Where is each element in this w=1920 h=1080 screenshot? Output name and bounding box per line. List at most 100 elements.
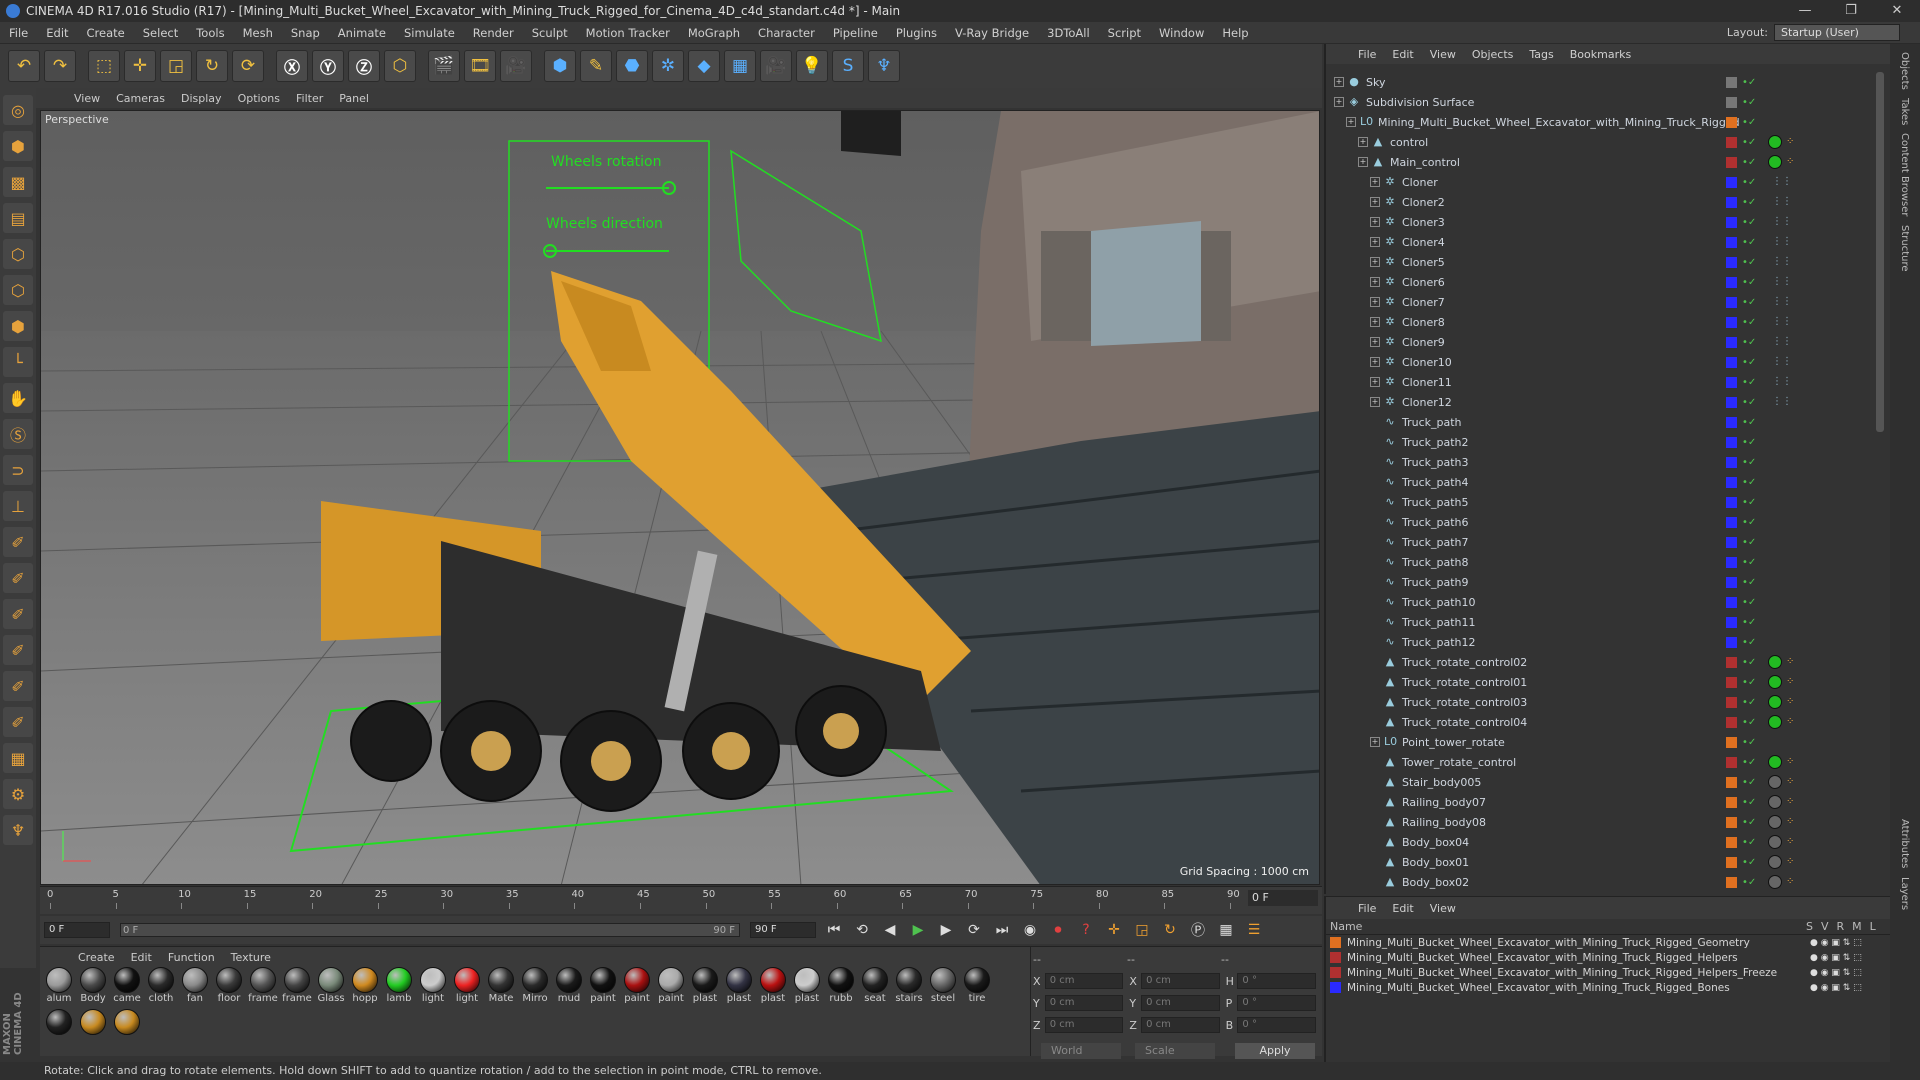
make-editable-icon[interactable]: ◎ <box>3 95 33 125</box>
viewport-menu-display[interactable]: Display <box>173 92 230 105</box>
menu-file[interactable]: File <box>0 26 37 40</box>
object-row[interactable]: ▲ Body_box02 •✓ ⁘ <box>1326 872 1892 892</box>
side-tab-content-browser[interactable]: Content Browser <box>1899 133 1910 216</box>
undo-icon[interactable]: ↶ <box>8 50 40 82</box>
expand-toggle-icon[interactable]: + <box>1334 97 1344 107</box>
layer-row[interactable]: Mining_Multi_Bucket_Wheel_Excavator_with… <box>1326 980 1890 995</box>
material-swatch[interactable]: hopp <box>348 967 382 1009</box>
visibility-check-icon[interactable]: •✓ <box>1742 397 1756 408</box>
expand-toggle-icon[interactable] <box>1370 437 1380 447</box>
visibility-check-icon[interactable]: •✓ <box>1742 617 1756 628</box>
sculpt-smooth-icon[interactable]: ✐ <box>3 599 33 629</box>
side-tab-takes[interactable]: Takes <box>1899 98 1910 125</box>
visibility-check-icon[interactable]: •✓ <box>1742 497 1756 508</box>
object-tag-icon[interactable] <box>1768 835 1782 849</box>
cloner-tag-icon[interactable]: ⋮⋮ <box>1772 316 1792 328</box>
expand-toggle-icon[interactable] <box>1370 777 1380 787</box>
menu-v-ray-bridge[interactable]: V-Ray Bridge <box>946 26 1038 40</box>
visibility-check-icon[interactable]: •✓ <box>1742 697 1756 708</box>
material-swatch[interactable]: alum <box>42 967 76 1009</box>
object-row[interactable]: + ✲ Cloner4 •✓ ⋮⋮ <box>1326 232 1892 252</box>
material-swatch[interactable]: plast <box>688 967 722 1009</box>
object-row[interactable]: ▲ Truck_rotate_control04 •✓ ⁘ <box>1326 712 1892 732</box>
object-menu-edit[interactable]: Edit <box>1384 48 1421 61</box>
previous-frame-icon[interactable]: ◀ <box>878 919 902 941</box>
object-row[interactable]: ▲ Railing_body07 •✓ ⁘ <box>1326 792 1892 812</box>
material-swatch[interactable]: plast <box>790 967 824 1009</box>
sculpt-grab-icon[interactable]: ✐ <box>3 671 33 701</box>
expand-toggle-icon[interactable] <box>1370 537 1380 547</box>
object-menu-bookmarks[interactable]: Bookmarks <box>1562 48 1639 61</box>
visibility-check-icon[interactable]: •✓ <box>1742 237 1756 248</box>
expand-toggle-icon[interactable] <box>1370 597 1380 607</box>
layer-row[interactable]: Mining_Multi_Bucket_Wheel_Excavator_with… <box>1326 950 1890 965</box>
coords-value-field[interactable]: 0 ° <box>1237 995 1316 1011</box>
side-tab-attributes[interactable]: Attributes <box>1899 819 1910 868</box>
menu-3dtoall[interactable]: 3DToAll <box>1038 26 1099 40</box>
material-swatch[interactable]: stairs <box>892 967 926 1009</box>
expression-tag-icon[interactable]: ⁘ <box>1786 756 1798 768</box>
visibility-check-icon[interactable]: •✓ <box>1742 837 1756 848</box>
menu-window[interactable]: Window <box>1150 26 1213 40</box>
script-icon[interactable]: S <box>832 50 864 82</box>
visibility-check-icon[interactable]: •✓ <box>1742 97 1756 108</box>
object-tag-icon[interactable] <box>1768 675 1782 689</box>
object-row[interactable]: ∿ Truck_path8 •✓ <box>1326 552 1892 572</box>
expand-toggle-icon[interactable] <box>1370 577 1380 587</box>
menu-create[interactable]: Create <box>78 26 134 40</box>
coords-value-field[interactable]: 0 cm <box>1044 1017 1124 1033</box>
frame-range-slider[interactable]: 0 F 90 F <box>120 923 740 937</box>
expand-toggle-icon[interactable] <box>1370 417 1380 427</box>
material-swatch[interactable]: paint <box>620 967 654 1009</box>
visibility-check-icon[interactable]: •✓ <box>1742 717 1756 728</box>
object-row[interactable]: + ● Sky •✓ <box>1326 72 1892 92</box>
menu-pipeline[interactable]: Pipeline <box>824 26 887 40</box>
object-row[interactable]: ▲ Truck_rotate_control02 •✓ ⁘ <box>1326 652 1892 672</box>
expand-toggle-icon[interactable] <box>1370 457 1380 467</box>
object-row[interactable]: + ◈ Subdivision Surface •✓ <box>1326 92 1892 112</box>
material-swatch[interactable]: steel <box>926 967 960 1009</box>
material-swatch[interactable]: plast <box>722 967 756 1009</box>
expand-toggle-icon[interactable]: + <box>1358 157 1368 167</box>
object-row[interactable]: ▲ Body_box04 •✓ ⁘ <box>1326 832 1892 852</box>
expression-tag-icon[interactable]: ⁘ <box>1786 676 1798 688</box>
menu-mesh[interactable]: Mesh <box>234 26 282 40</box>
material-swatch[interactable]: plast <box>756 967 790 1009</box>
grid-icon[interactable]: ▦ <box>3 743 33 773</box>
current-frame-field[interactable]: 0 F <box>1248 890 1318 906</box>
expression-tag-icon[interactable]: ⁘ <box>1786 136 1798 148</box>
axis-icon[interactable]: ⊥ <box>3 491 33 521</box>
object-row[interactable]: ▲ Railing_body08 •✓ ⁘ <box>1326 812 1892 832</box>
expand-toggle-icon[interactable] <box>1370 637 1380 647</box>
cloner-icon[interactable]: ✲ <box>652 50 684 82</box>
render-view-icon[interactable]: 🎬 <box>428 50 460 82</box>
visibility-check-icon[interactable]: •✓ <box>1742 257 1756 268</box>
cloner-tag-icon[interactable]: ⋮⋮ <box>1772 376 1792 388</box>
layer-toggle-icons[interactable]: ● ◉ ▣ ⇅ ⬚ <box>1810 938 1862 948</box>
coords-value-field[interactable]: 0 ° <box>1237 973 1316 989</box>
layer-menu-view[interactable]: View <box>1422 902 1464 915</box>
object-tag-icon[interactable] <box>1768 775 1782 789</box>
menu-select[interactable]: Select <box>134 26 187 40</box>
cloner-tag-icon[interactable]: ⋮⋮ <box>1772 236 1792 248</box>
cloner-tag-icon[interactable]: ⋮⋮ <box>1772 276 1792 288</box>
material-swatch[interactable]: Mirro <box>518 967 552 1009</box>
layer-menu-edit[interactable]: Edit <box>1384 902 1421 915</box>
object-list-scrollbar[interactable] <box>1876 72 1884 432</box>
subdivision-icon[interactable]: ⬣ <box>616 50 648 82</box>
expand-toggle-icon[interactable] <box>1370 517 1380 527</box>
menu-simulate[interactable]: Simulate <box>395 26 464 40</box>
material-swatch[interactable]: cloth <box>144 967 178 1009</box>
menu-edit[interactable]: Edit <box>37 26 77 40</box>
viewport-menu-panel[interactable]: Panel <box>331 92 377 105</box>
expand-toggle-icon[interactable]: + <box>1334 77 1344 87</box>
material-swatch[interactable]: mud <box>552 967 586 1009</box>
live-selection-icon[interactable]: ⬚ <box>88 50 120 82</box>
3d-viewport[interactable]: Wheels rotation Wheels direction Perspec… <box>40 110 1320 885</box>
viewport-menu-options[interactable]: Options <box>230 92 288 105</box>
visibility-check-icon[interactable]: •✓ <box>1742 457 1756 468</box>
object-menu-view[interactable]: View <box>1422 48 1464 61</box>
object-row[interactable]: + ✲ Cloner2 •✓ ⋮⋮ <box>1326 192 1892 212</box>
x-axis-icon[interactable]: Ⓧ <box>276 50 308 82</box>
maximize-button[interactable]: ❐ <box>1828 0 1874 22</box>
